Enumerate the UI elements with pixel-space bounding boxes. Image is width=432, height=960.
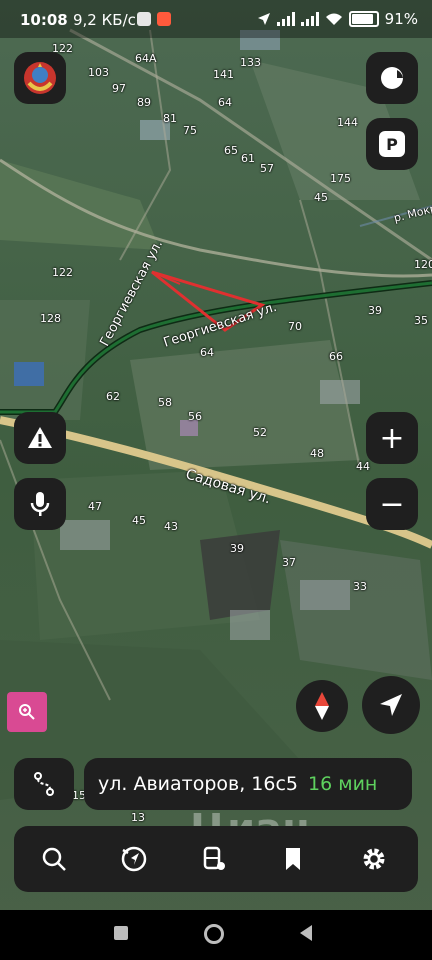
home-icon[interactable]: [204, 924, 224, 944]
house-number: 45: [314, 191, 328, 204]
microphone-icon: [30, 492, 50, 516]
voice-search-button[interactable]: [14, 478, 66, 530]
house-number: 81: [163, 112, 177, 125]
house-number: 45: [132, 514, 146, 527]
signal-icon: [276, 12, 295, 26]
house-number: 39: [368, 304, 382, 317]
route-options-button[interactable]: [14, 758, 74, 810]
status-time: 10:08: [20, 11, 68, 29]
gear-icon: [363, 848, 385, 870]
bottom-toolbar: [14, 826, 418, 892]
house-number: 57: [260, 162, 274, 175]
report-incident-button[interactable]: [14, 412, 66, 464]
house-number: 175: [330, 172, 351, 185]
navigator-icon: [121, 846, 147, 872]
route-time: 16 мин: [308, 773, 378, 795]
transport-icon: [203, 846, 225, 870]
house-number: 120: [414, 258, 432, 271]
system-navigation-bar: [0, 910, 432, 960]
wifi-icon: [325, 13, 342, 25]
plus-icon: +: [379, 420, 405, 456]
route-icon: [34, 772, 54, 796]
house-number: 52: [253, 426, 267, 439]
profile-button[interactable]: [14, 52, 66, 104]
compass-button[interactable]: [296, 680, 348, 732]
zoom-in-button[interactable]: +: [366, 412, 418, 464]
navigation-arrow-icon: [380, 694, 402, 716]
house-number: 47: [88, 500, 102, 513]
house-number: 122: [52, 266, 73, 279]
status-bar: 10:08 9,2 КБ/с 91%: [0, 0, 432, 38]
layers-button[interactable]: [366, 52, 418, 104]
signal-icon: [300, 12, 319, 26]
route-summary[interactable]: ул. Авиаторов, 16с5 16 мин: [84, 758, 412, 810]
house-number: 64: [218, 96, 232, 109]
house-number: 44: [356, 460, 370, 473]
destination-address: ул. Авиаторов, 16с5: [98, 773, 299, 795]
house-number: 33: [353, 580, 367, 593]
emblem-icon: [24, 62, 56, 94]
house-number: 13: [131, 811, 145, 824]
house-number: 64А: [135, 52, 157, 65]
network-speed: 9,2 КБ/с: [73, 11, 136, 29]
app-notification-icon: [157, 12, 171, 26]
house-number: 141: [213, 68, 234, 81]
location-arrow-icon: [257, 13, 270, 25]
settings-button[interactable]: [356, 841, 392, 877]
house-number: 128: [40, 312, 61, 325]
house-number: 37: [282, 556, 296, 569]
house-number: 65: [224, 144, 238, 157]
house-number: 56: [188, 410, 202, 423]
house-number: 39: [230, 542, 244, 555]
app-notification-icon: [137, 12, 151, 26]
transport-button[interactable]: [196, 841, 232, 877]
house-number: 62: [106, 390, 120, 403]
house-number: 35: [414, 314, 428, 327]
search-icon: [42, 847, 66, 871]
navigator-button[interactable]: [116, 841, 152, 877]
minus-icon: −: [379, 486, 405, 522]
house-number: 58: [158, 396, 172, 409]
bookmark-icon: [286, 848, 300, 870]
zoom-search-tab[interactable]: [7, 692, 47, 732]
back-icon[interactable]: [298, 924, 314, 942]
house-number: 89: [137, 96, 151, 109]
house-number: 66: [329, 350, 343, 363]
warning-icon: [28, 427, 52, 448]
layers-icon: [381, 67, 403, 89]
house-number: 144: [337, 116, 358, 129]
house-number: 97: [112, 82, 126, 95]
search-button[interactable]: [36, 841, 72, 877]
bookmarks-button[interactable]: [276, 841, 312, 877]
parking-button[interactable]: P: [366, 118, 418, 170]
house-number: 70: [288, 320, 302, 333]
battery-level: 91%: [384, 10, 418, 28]
magnifier-plus-icon: [19, 704, 35, 720]
house-number: 64: [200, 346, 214, 359]
compass-icon: [315, 692, 329, 720]
house-number: 61: [241, 152, 255, 165]
status-indicators: 91%: [257, 10, 418, 28]
house-number: 43: [164, 520, 178, 533]
zoom-out-button[interactable]: −: [366, 478, 418, 530]
battery-icon: [348, 11, 379, 27]
house-number: 75: [183, 124, 197, 137]
recents-icon[interactable]: [114, 926, 128, 940]
house-number: 48: [310, 447, 324, 460]
parking-icon: P: [379, 131, 405, 157]
house-number: 103: [88, 66, 109, 79]
house-number: 133: [240, 56, 261, 69]
my-location-button[interactable]: [362, 676, 420, 734]
